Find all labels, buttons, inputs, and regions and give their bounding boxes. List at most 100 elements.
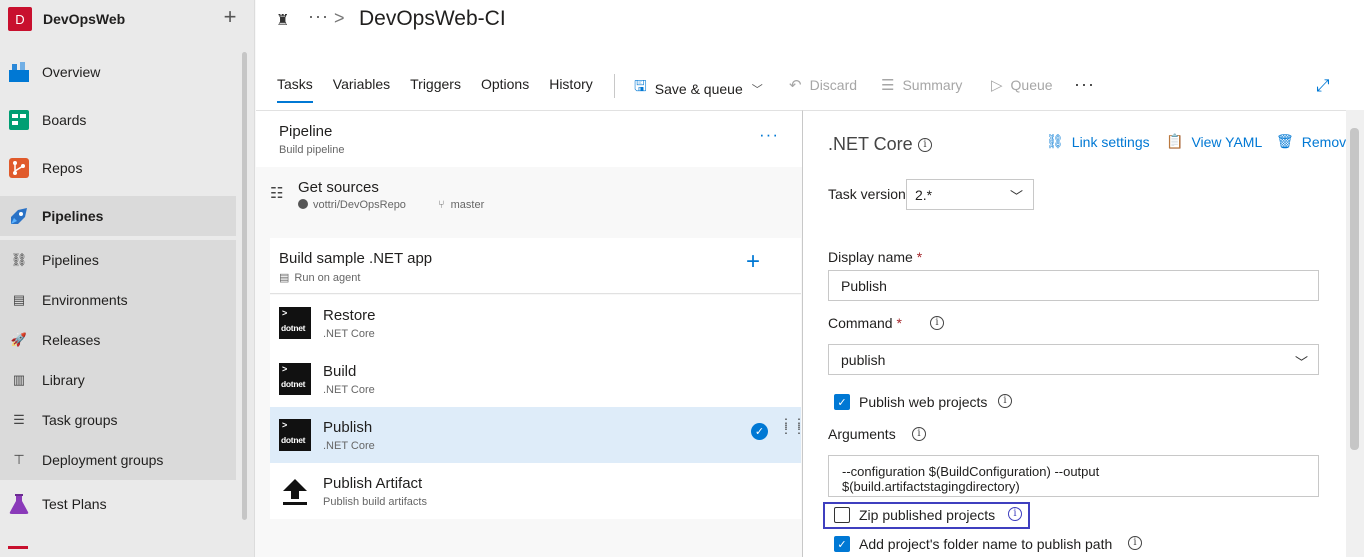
- subnav-item-label: Deployment groups: [42, 452, 164, 468]
- link-settings-button[interactable]: ⛓ Link settings: [1046, 133, 1150, 150]
- scrollbar-thumb[interactable]: [1350, 128, 1359, 450]
- releases-icon: 🚀: [10, 332, 28, 347]
- dotnet-logo: > dotnet: [279, 419, 311, 451]
- tab-variables[interactable]: Variables: [333, 76, 390, 103]
- pipeline-panel: Pipeline Build pipeline ··· ☷ Get source…: [256, 110, 805, 557]
- add-project-button[interactable]: +: [220, 6, 240, 30]
- nav-item-label: Test Plans: [42, 496, 107, 512]
- required-mark: *: [916, 249, 923, 265]
- nav-item-label: Repos: [42, 160, 83, 176]
- command-select[interactable]: publish ﹀: [828, 344, 1319, 375]
- nav-item-boards[interactable]: Boards: [0, 100, 236, 140]
- subnav-item-library[interactable]: ▥ Library: [0, 360, 236, 400]
- agent-job[interactable]: Build sample .NET app ▤ Run on agent +: [270, 238, 801, 294]
- view-yaml-button[interactable]: 📋 View YAML: [1166, 133, 1262, 150]
- task-build[interactable]: > dotnet Build .NET Core: [270, 351, 801, 407]
- repos-icon: [9, 158, 29, 178]
- tab-options[interactable]: Options: [481, 76, 529, 103]
- org-header[interactable]: D DevOpsWeb +: [8, 6, 248, 32]
- pipeline-icon: ♜: [276, 12, 290, 29]
- upload-icon: [283, 479, 307, 505]
- page-title: DevOpsWeb-CI: [359, 7, 506, 30]
- task-version-label: Task version: [828, 186, 906, 202]
- publish-web-checkbox[interactable]: ✓: [834, 394, 850, 410]
- task-groups-icon: ☰: [13, 412, 25, 427]
- task-type: .NET Core: [323, 440, 375, 452]
- drag-handle-icon[interactable]: ⋮⋮ ⋮⋮: [780, 417, 805, 435]
- subnav-item-environments[interactable]: ▤ Environments: [0, 280, 236, 320]
- save-icon: 🖫: [634, 78, 647, 95]
- checkmark-icon: ✓: [751, 423, 768, 440]
- task-details-title: .NET Core: [828, 134, 913, 154]
- task-type: Publish build artifacts: [323, 496, 427, 508]
- nav-item-repos[interactable]: Repos: [0, 148, 236, 188]
- overview-icon: [9, 62, 29, 82]
- remove-button[interactable]: 🗑 Remove: [1276, 133, 1354, 150]
- agent-icon: ▤: [279, 272, 290, 284]
- nav-item-label: Overview: [42, 64, 101, 80]
- tab-tasks[interactable]: Tasks: [277, 76, 313, 103]
- queue-button[interactable]: ▷ Queue: [991, 76, 1053, 94]
- test-plans-icon: [9, 494, 29, 514]
- add-folder-name-checkbox[interactable]: ✓: [834, 536, 850, 552]
- expand-icon[interactable]: ⤢: [1316, 76, 1330, 96]
- subnav-item-label: Task groups: [42, 412, 118, 428]
- details-scrollbar[interactable]: [1346, 110, 1364, 557]
- org-name[interactable]: DevOpsWeb: [43, 11, 125, 27]
- trash-icon: 🗑: [1276, 133, 1294, 149]
- nav-item-pipelines[interactable]: Pipelines: [0, 196, 236, 236]
- pipeline-more-button[interactable]: ···: [759, 125, 779, 145]
- required-mark: *: [896, 315, 902, 331]
- info-icon[interactable]: i: [1008, 507, 1022, 521]
- pipeline-header[interactable]: Pipeline Build pipeline ···: [256, 111, 802, 167]
- task-publish[interactable]: > dotnet Publish .NET Core ✓ ⋮⋮ ⋮⋮: [270, 407, 805, 463]
- summary-button[interactable]: ☰ Summary: [881, 76, 962, 94]
- sources-icon: ☷: [270, 185, 284, 202]
- sidebar-scrollbar[interactable]: [242, 52, 247, 520]
- add-task-button[interactable]: +: [746, 250, 760, 274]
- display-name-field[interactable]: Publish: [828, 270, 1319, 301]
- tab-history[interactable]: History: [549, 76, 593, 103]
- save-and-queue-button[interactable]: 🖫 Save & queue ﹀: [634, 76, 763, 101]
- get-sources-title: Get sources: [298, 179, 379, 196]
- page-header: ♜ ··· > DevOpsWeb-CI Tasks Variables Tri…: [256, 0, 1364, 110]
- left-sidebar: D DevOpsWeb + Overview Boards Repos Pipe…: [0, 0, 255, 557]
- subnav-item-deployment-groups[interactable]: ⊤ Deployment groups: [0, 440, 236, 480]
- tab-triggers[interactable]: Triggers: [410, 76, 461, 103]
- pipelines-sub-icon: ⛓: [10, 252, 28, 267]
- environments-icon: ▤: [12, 292, 26, 307]
- breadcrumb-more-button[interactable]: ···: [308, 6, 329, 27]
- job-title: Build sample .NET app: [279, 250, 433, 267]
- summary-label: Summary: [902, 77, 963, 93]
- info-icon[interactable]: i: [918, 138, 932, 152]
- subnav-item-task-groups[interactable]: ☰ Task groups: [0, 400, 236, 440]
- task-restore[interactable]: > dotnet Restore .NET Core: [270, 295, 801, 351]
- zip-published-checkbox[interactable]: [834, 507, 850, 523]
- task-version-select[interactable]: 2.* ﹀: [906, 179, 1034, 210]
- arguments-field[interactable]: --configuration $(BuildConfiguration) --…: [828, 455, 1319, 497]
- nav-item-label: Boards: [42, 112, 87, 128]
- info-icon[interactable]: i: [912, 427, 926, 441]
- nav-item-overview[interactable]: Overview: [0, 52, 236, 92]
- settings-icon[interactable]: [8, 546, 28, 549]
- undo-icon: ↶: [789, 77, 802, 94]
- breadcrumb-chevron-icon: >: [334, 8, 345, 28]
- boards-icon: [9, 110, 29, 130]
- deployment-groups-icon: ⊤: [13, 452, 25, 467]
- task-name: Restore: [323, 307, 376, 324]
- command-label: Command *: [828, 315, 902, 331]
- info-icon[interactable]: i: [1128, 536, 1142, 550]
- nav-item-test-plans[interactable]: Test Plans: [0, 484, 236, 524]
- task-publish-artifact[interactable]: Publish Artifact Publish build artifacts: [270, 463, 801, 519]
- play-icon: ▷: [991, 77, 1003, 94]
- tab-bar: Tasks Variables Triggers Options History: [277, 76, 613, 103]
- subnav-item-label: Releases: [42, 332, 101, 348]
- zip-published-label: Zip published projects: [859, 507, 996, 523]
- subnav-item-releases[interactable]: 🚀 Releases: [0, 320, 236, 360]
- discard-button[interactable]: ↶ Discard: [789, 76, 857, 94]
- info-icon[interactable]: i: [998, 394, 1012, 408]
- subnav-item-pipelines[interactable]: ⛓ Pipelines: [0, 240, 236, 280]
- toolbar-more-button[interactable]: ···: [1074, 74, 1095, 95]
- info-icon[interactable]: i: [930, 316, 944, 330]
- clipboard-icon: 📋: [1166, 133, 1184, 149]
